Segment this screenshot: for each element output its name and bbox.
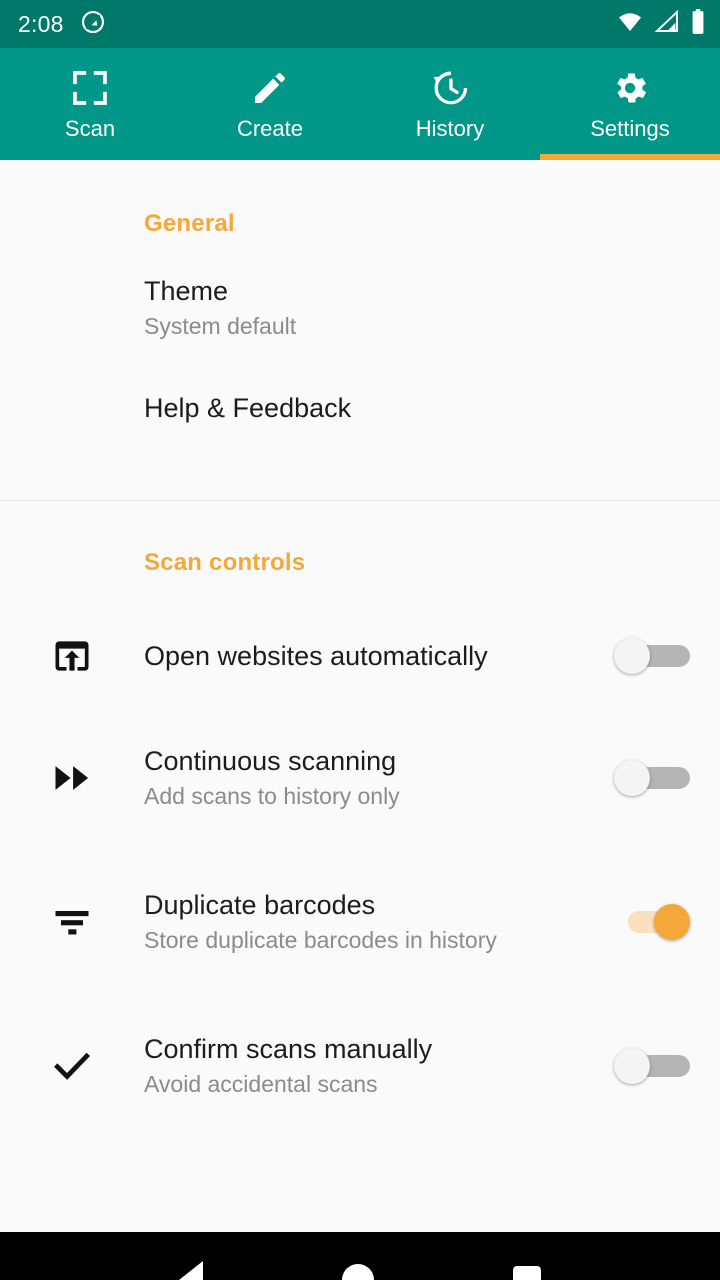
setting-row-confirm-scans[interactable]: Confirm scans manually Avoid accidental …	[0, 1003, 720, 1129]
section-header-scan-controls: Scan controls	[144, 549, 306, 576]
setting-row-open-websites-text: Open websites automatically	[144, 639, 614, 673]
cell-signal-icon	[654, 9, 680, 39]
setting-subtitle-continuous-scanning: Add scans to history only	[144, 783, 400, 809]
setting-subtitle-duplicate-barcodes: Store duplicate barcodes in history	[144, 927, 497, 953]
checkmark-icon	[0, 1044, 144, 1088]
tab-create[interactable]: Create	[180, 48, 360, 160]
gear-icon	[610, 68, 650, 108]
switch-thumb	[614, 1048, 650, 1084]
switch-thumb	[614, 760, 650, 796]
nav-home-icon[interactable]	[341, 1264, 374, 1280]
fast-forward-icon	[0, 756, 144, 800]
wifi-icon	[616, 10, 644, 39]
setting-row-theme[interactable]: Theme System default	[0, 238, 720, 356]
app-root: 2:08 Scan Create History Settings Genera…	[0, 0, 720, 1280]
filter-icon	[0, 900, 144, 944]
scan-frame-icon	[70, 68, 110, 108]
setting-row-duplicate-barcodes-text: Duplicate barcodes Store duplicate barco…	[144, 888, 614, 956]
pencil-icon	[250, 68, 290, 108]
tab-scan-label: Scan	[64, 115, 116, 141]
tab-create-label: Create	[236, 115, 304, 141]
android-q-logo-icon	[80, 9, 106, 40]
setting-title-confirm-scans: Confirm scans manually	[144, 1034, 433, 1064]
nav-back-icon[interactable]	[179, 1261, 204, 1280]
setting-title-continuous-scanning: Continuous scanning	[144, 746, 397, 776]
switch-continuous-scanning[interactable]	[614, 758, 690, 798]
setting-row-continuous-scanning[interactable]: Continuous scanning Add scans to history…	[0, 715, 720, 841]
setting-title-open-websites: Open websites automatically	[144, 641, 488, 671]
switch-confirm-scans[interactable]	[614, 1046, 690, 1086]
switch-thumb	[654, 904, 690, 940]
status-clock: 2:08	[18, 10, 64, 37]
setting-title-duplicate-barcodes: Duplicate barcodes	[144, 890, 376, 920]
setting-title-theme: Theme	[144, 276, 229, 306]
section-header-general: General	[144, 210, 235, 237]
status-system-icons	[616, 8, 706, 40]
setting-row-open-websites[interactable]: Open websites automatically	[0, 597, 720, 715]
tab-history-label: History	[415, 115, 485, 141]
open-in-browser-icon	[0, 634, 144, 678]
system-navigation-bar	[0, 1232, 720, 1280]
setting-row-continuous-scanning-text: Continuous scanning Add scans to history…	[144, 744, 614, 812]
tab-settings[interactable]: Settings	[540, 48, 720, 160]
tab-scan[interactable]: Scan	[0, 48, 180, 160]
settings-content: General Theme System default Help & Feed…	[0, 160, 720, 1232]
nav-recents-icon[interactable]	[512, 1266, 541, 1280]
switch-thumb	[614, 638, 650, 674]
setting-subtitle-confirm-scans: Avoid accidental scans	[144, 1071, 378, 1097]
battery-icon	[690, 8, 706, 40]
setting-row-duplicate-barcodes[interactable]: Duplicate barcodes Store duplicate barco…	[0, 841, 720, 1003]
history-clock-icon	[430, 68, 470, 108]
setting-title-help-feedback: Help & Feedback	[144, 393, 352, 423]
setting-subtitle-theme: System default	[144, 313, 297, 339]
tab-settings-label: Settings	[590, 115, 670, 141]
setting-row-help-feedback-text: Help & Feedback	[144, 391, 690, 425]
setting-row-help-feedback[interactable]: Help & Feedback	[0, 356, 720, 460]
tab-history[interactable]: History	[360, 48, 540, 160]
status-bar: 2:08	[0, 0, 720, 48]
switch-open-websites[interactable]	[614, 636, 690, 676]
top-tab-bar: Scan Create History Settings	[0, 48, 720, 160]
setting-row-theme-text: Theme System default	[144, 274, 690, 342]
switch-duplicate-barcodes[interactable]	[614, 902, 690, 942]
status-notification-icons	[80, 9, 106, 40]
setting-row-confirm-scans-text: Confirm scans manually Avoid accidental …	[144, 1032, 614, 1100]
